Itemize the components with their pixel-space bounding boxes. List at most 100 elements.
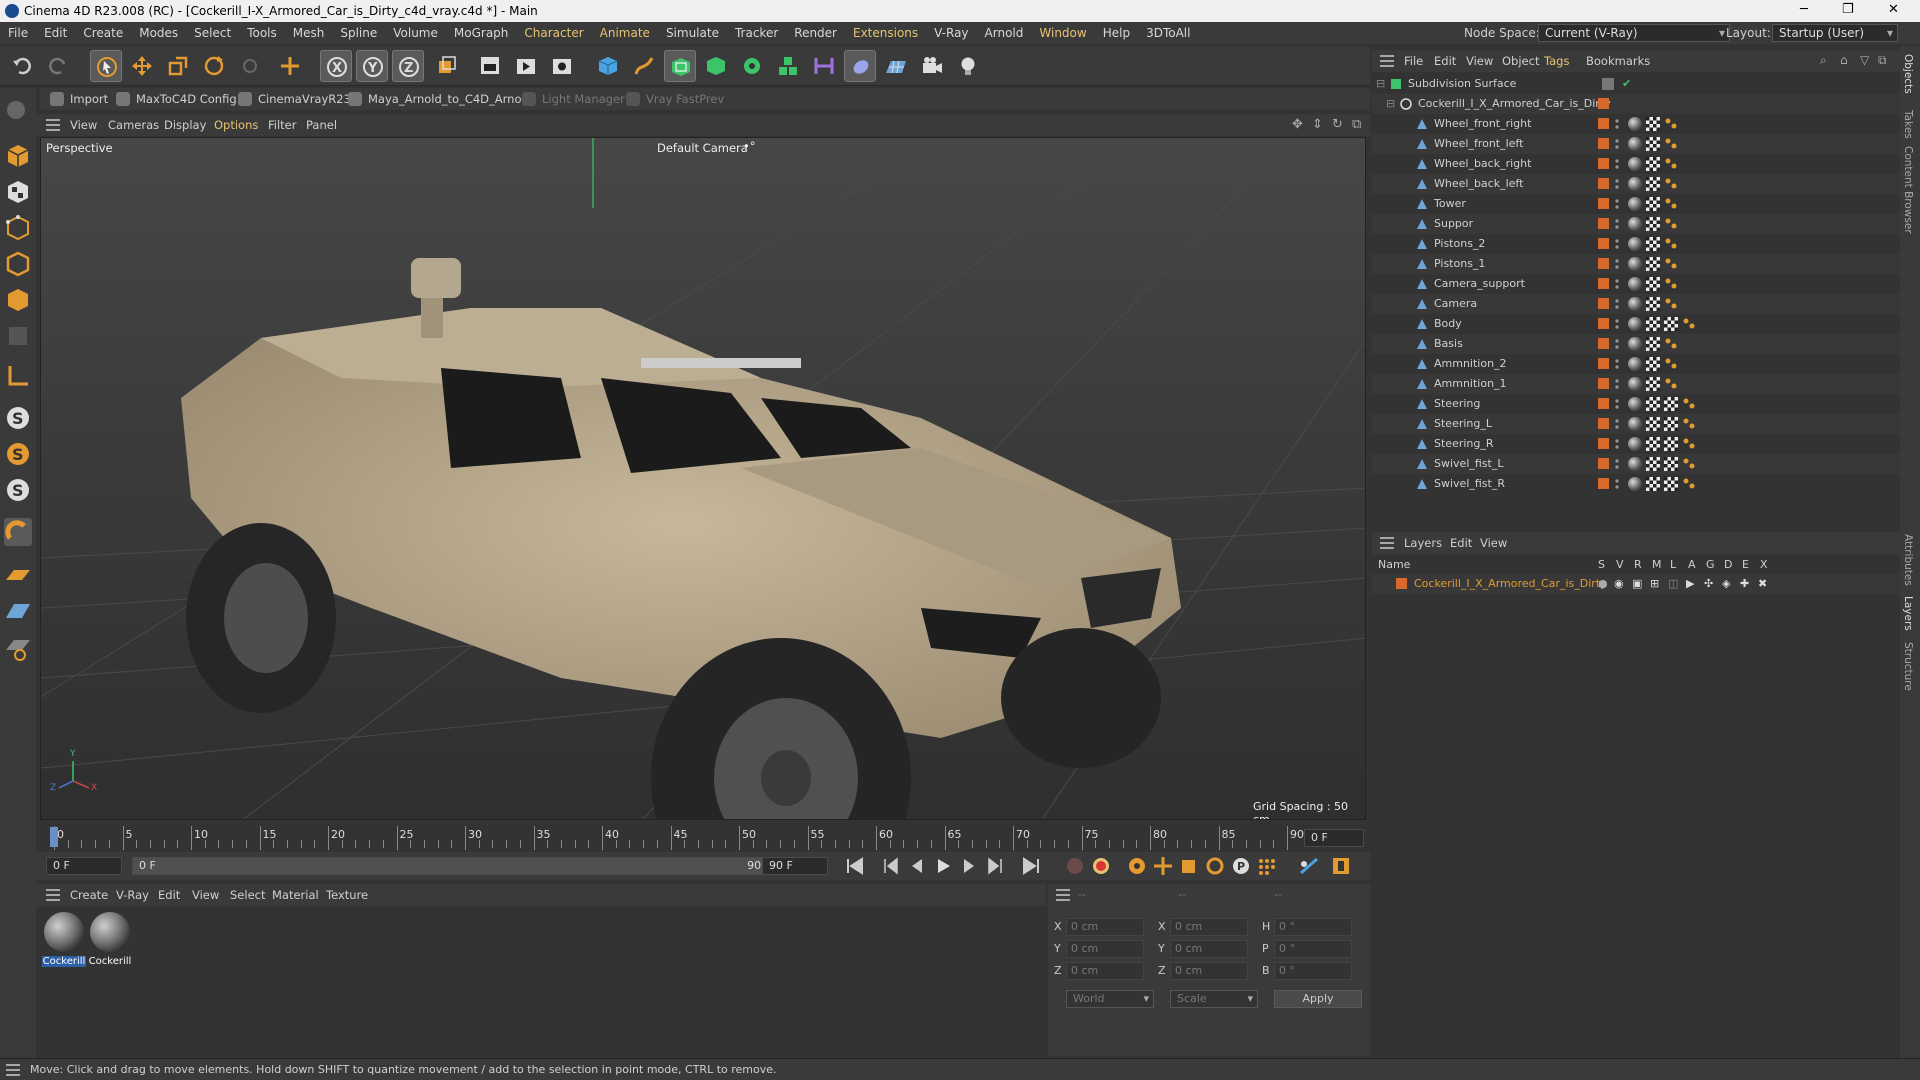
edge-mode-button[interactable] (4, 250, 32, 278)
rot-b-field[interactable]: 0 ° (1274, 962, 1352, 980)
phong-tag-icon[interactable] (1682, 397, 1696, 411)
point-mode-button[interactable] (4, 214, 32, 242)
visibility-dots-icon[interactable] (1615, 197, 1619, 211)
texture-mode-button[interactable] (4, 178, 32, 206)
phong-tag-icon[interactable] (1664, 297, 1678, 311)
maxtoc4d-config-button[interactable]: MaxToC4D Config (116, 92, 237, 106)
layers-hamburger-icon[interactable] (1380, 537, 1394, 549)
end-frame-field[interactable]: 90 F (762, 857, 828, 875)
material-tag-icon[interactable] (1628, 137, 1642, 151)
obj-home-icon[interactable]: ⌂ (1840, 53, 1848, 67)
coordinate-system-button[interactable] (430, 50, 462, 82)
next-key-icon[interactable] (984, 856, 1006, 876)
texture-tag-icon[interactable] (1646, 217, 1660, 231)
menu-character[interactable]: Character (516, 22, 591, 44)
menu-spline[interactable]: Spline (332, 22, 385, 44)
snap-settings-button[interactable]: S (4, 440, 32, 468)
texture-tag-icon[interactable] (1646, 257, 1660, 271)
material-tag-icon[interactable] (1628, 217, 1642, 231)
layer-color-swatch[interactable] (1598, 138, 1609, 149)
menu-help[interactable]: Help (1095, 22, 1138, 44)
obj-menu-bookmarks[interactable]: Bookmarks (1586, 54, 1650, 68)
mat-menu-edit[interactable]: Edit (158, 888, 180, 902)
layer-color-swatch[interactable] (1598, 358, 1609, 369)
layer-deformer-icon[interactable]: ◈ (1722, 577, 1730, 590)
layer-color-swatch[interactable] (1598, 418, 1609, 429)
visibility-dots-icon[interactable] (1615, 237, 1619, 251)
texture-tag-icon[interactable] (1646, 137, 1660, 151)
tree-row-object[interactable]: Pistons_2 (1372, 234, 1900, 254)
layer-color-swatch[interactable] (1598, 378, 1609, 389)
menu-vray[interactable]: V-Ray (926, 22, 976, 44)
size-y-field[interactable]: 0 cm (1170, 940, 1248, 958)
layer-color-swatch[interactable] (1598, 258, 1609, 269)
key-pla-icon[interactable] (1256, 856, 1278, 876)
menu-volume[interactable]: Volume (385, 22, 446, 44)
deformer-button[interactable] (808, 50, 840, 82)
grid-plane-button[interactable] (4, 598, 32, 626)
visibility-dots-icon[interactable] (1615, 417, 1619, 431)
tree-row-group[interactable]: ⊟ Cockerill_I_X_Armored_Car_is_Dirty (1372, 94, 1900, 114)
phong-tag-icon[interactable] (1664, 117, 1678, 131)
viewport-rotate-icon[interactable]: ↻ (1332, 117, 1343, 132)
layout-dropdown[interactable]: Startup (User) (1772, 24, 1898, 42)
layer-color-swatch[interactable] (1598, 118, 1609, 129)
menu-create[interactable]: Create (75, 22, 131, 44)
record-icon[interactable] (1090, 856, 1112, 876)
coord-system-dropdown[interactable]: World (1066, 990, 1154, 1008)
tree-row-object[interactable]: Suppor (1372, 214, 1900, 234)
texture-tag-icon[interactable] (1646, 177, 1660, 191)
snap-button[interactable]: S (4, 404, 32, 432)
editor-visibility-icon[interactable] (1602, 78, 1614, 90)
vray-fastprev-button[interactable]: Vray FastPrev (626, 92, 724, 106)
menu-mesh[interactable]: Mesh (285, 22, 333, 44)
light-manager-button[interactable]: Light Manager (522, 92, 625, 106)
tree-row-object[interactable]: Steering_L (1372, 414, 1900, 434)
key-rotation-icon[interactable] (1204, 856, 1226, 876)
layer-expression-icon[interactable]: ✚ (1740, 577, 1749, 590)
phong-tag-icon[interactable] (1664, 137, 1678, 151)
key-scale-icon[interactable] (1178, 856, 1200, 876)
axis-mode-button[interactable] (4, 362, 32, 390)
menu-tools[interactable]: Tools (239, 22, 285, 44)
tree-row-subdivision[interactable]: ⊟ Subdivision Surface ✔ (1372, 74, 1900, 94)
material-tag-icon[interactable] (1628, 397, 1642, 411)
goto-end-icon[interactable] (1020, 856, 1042, 876)
layer-color-swatch[interactable] (1598, 278, 1609, 289)
phong-tag-icon[interactable] (1664, 257, 1678, 271)
layer-color-swatch[interactable] (1598, 298, 1609, 309)
tree-row-object[interactable]: Ammnition_2 (1372, 354, 1900, 374)
tree-row-object[interactable]: Swivel_fist_R (1372, 474, 1900, 494)
expand-toggle-icon[interactable]: ⊟ (1386, 97, 1395, 110)
workplane-snap-button[interactable]: S (4, 476, 32, 504)
current-frame-field[interactable]: 0 F (1304, 829, 1364, 847)
preview-range-slider[interactable]: 0 F 90 F (132, 857, 778, 875)
visibility-dots-icon[interactable] (1615, 477, 1619, 491)
tab-structure[interactable]: Structure (1902, 642, 1914, 691)
visibility-dots-icon[interactable] (1615, 377, 1619, 391)
timeline-window-icon[interactable] (1330, 856, 1352, 876)
apply-button[interactable]: Apply (1274, 990, 1362, 1008)
texture-tag-icon[interactable] (1646, 117, 1660, 131)
light-object-button[interactable] (952, 50, 984, 82)
tree-row-object[interactable]: Wheel_back_left (1372, 174, 1900, 194)
record-off-icon[interactable] (1064, 856, 1086, 876)
tab-takes[interactable]: Takes (1902, 110, 1914, 139)
material-swatch[interactable]: Cockerill (42, 912, 86, 972)
obj-filter-icon[interactable]: ▽ (1860, 53, 1869, 67)
obj-menu-tags[interactable]: Tags (1544, 54, 1569, 68)
hamburger-icon[interactable] (46, 119, 60, 131)
uv-mode-button[interactable] (4, 322, 32, 350)
enabled-check-icon[interactable]: ✔ (1622, 77, 1631, 90)
render-view-button[interactable] (474, 50, 506, 82)
menu-mograph[interactable]: MoGraph (446, 22, 517, 44)
layer-color-swatch[interactable] (1396, 578, 1407, 589)
material-tag-icon[interactable] (1628, 237, 1642, 251)
layer-solo-icon[interactable]: ● (1598, 577, 1608, 590)
menu-simulate[interactable]: Simulate (658, 22, 727, 44)
menu-edit[interactable]: Edit (36, 22, 75, 44)
phong-tag-icon[interactable] (1664, 157, 1678, 171)
phong-tag-icon[interactable] (1664, 197, 1678, 211)
tab-layers[interactable]: Layers (1902, 596, 1914, 631)
z-axis-lock-button[interactable]: Z (392, 50, 424, 82)
